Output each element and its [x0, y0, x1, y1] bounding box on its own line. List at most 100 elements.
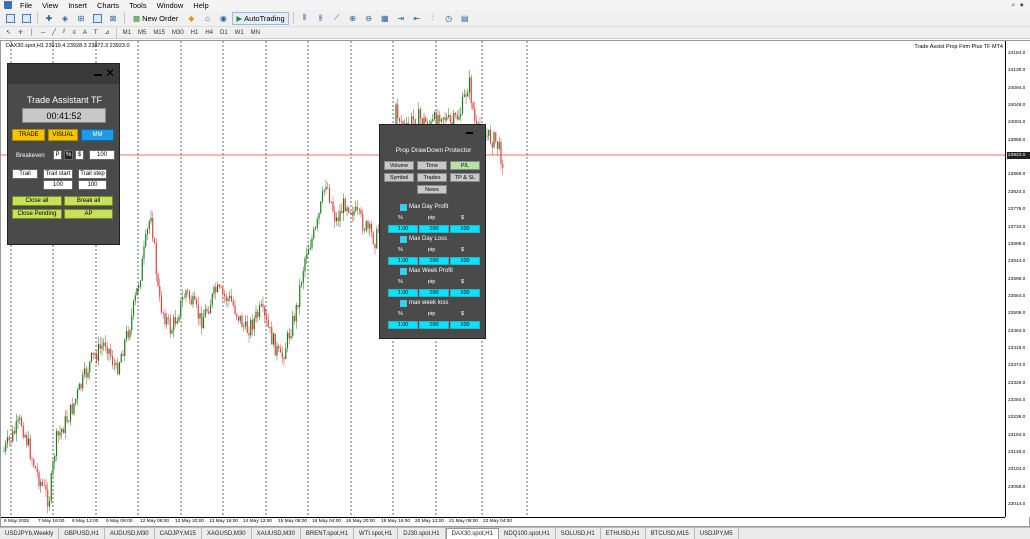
tf-m1[interactable]: M1 [120, 28, 134, 38]
menu-window[interactable]: Window [152, 1, 189, 10]
new-chart-icon[interactable] [3, 12, 17, 25]
tf-m5[interactable]: M5 [135, 28, 149, 38]
visual-tab-button[interactable]: VISUAL [48, 129, 78, 141]
trade-tab-button[interactable]: TRADE [12, 129, 45, 141]
menu-help[interactable]: Help [188, 1, 213, 10]
search-icon[interactable]: ⌕ [1011, 0, 1015, 10]
text-icon[interactable]: A [80, 28, 90, 38]
breakeven-pct-toggle[interactable]: % [64, 150, 73, 160]
section-3-usd-input[interactable]: 100 [450, 321, 480, 329]
section-0-usd-input[interactable]: 100 [450, 225, 480, 233]
section-2-usd-input[interactable]: 100 [450, 289, 480, 297]
trades-button[interactable]: Trades [417, 173, 447, 182]
new-order-button[interactable]: ▦ New Order [129, 12, 182, 25]
chart-window[interactable]: DAX30.spot,H1 23919.4 23928.3 23872.3 23… [0, 40, 1030, 527]
candlestick-icon[interactable]: ⫵ [314, 12, 328, 25]
pl-button[interactable]: P/L [450, 161, 480, 170]
chart-tab[interactable]: CADJPY,M15 [155, 528, 202, 539]
candlestick-chart[interactable] [1, 41, 1005, 517]
shapes-icon[interactable]: ⊿ [102, 28, 113, 38]
tf-d1[interactable]: D1 [217, 28, 231, 38]
periods-icon[interactable]: ◷ [442, 12, 456, 25]
zoom-in-icon[interactable]: ⊕ [346, 12, 360, 25]
chart-tab[interactable]: SOLUSD,H1 [556, 528, 601, 539]
section-1-pct-input[interactable]: 1.00 [388, 257, 418, 265]
trendline-icon[interactable]: ╱ [49, 28, 59, 38]
menu-view[interactable]: View [37, 1, 63, 10]
mm-tab-button[interactable]: MM [81, 129, 114, 141]
section-2-checkbox[interactable] [400, 268, 407, 275]
breakeven-input[interactable]: 100 [89, 150, 115, 160]
zoom-out-icon[interactable]: ⊖ [362, 12, 376, 25]
tf-m30[interactable]: M30 [169, 28, 187, 38]
chart-tab[interactable]: XAGUSD,M30 [202, 528, 252, 539]
chart-tab[interactable]: XAUUSD,M30 [252, 528, 301, 539]
trail-button[interactable]: Trail [12, 169, 38, 179]
menu-charts[interactable]: Charts [92, 1, 124, 10]
account-icon[interactable]: ● [1019, 0, 1024, 10]
section-3-checkbox[interactable] [400, 300, 407, 307]
trail-start-input[interactable]: 100 [43, 180, 73, 190]
chart-shift-icon[interactable]: ⇤ [410, 12, 424, 25]
news-button[interactable]: News [417, 185, 447, 194]
chart-tab[interactable]: DJ30.spot,H1 [398, 528, 446, 539]
close-icon[interactable]: ✕ [105, 67, 115, 79]
tf-w1[interactable]: W1 [232, 28, 247, 38]
crosshair-icon[interactable]: ✛ [15, 28, 26, 38]
minimize-icon[interactable] [94, 74, 102, 76]
signals-icon[interactable]: ⌂ [200, 12, 214, 25]
chart-tab[interactable]: USDJPYb,Weekly [0, 528, 60, 539]
terminal-icon[interactable] [90, 12, 104, 25]
chart-tab[interactable]: USDJPY,M5 [695, 528, 739, 539]
data-window-icon[interactable]: ◈ [58, 12, 72, 25]
market-watch-icon[interactable]: ✚ [42, 12, 56, 25]
symbol-button[interactable]: Symbol [384, 173, 414, 182]
menu-file[interactable]: File [15, 1, 37, 10]
trade-assistant-header[interactable]: ✕ [8, 64, 119, 84]
tf-h1[interactable]: H1 [188, 28, 202, 38]
section-2-pip-input[interactable]: 100 [419, 289, 449, 297]
volume-button[interactable]: Volume [384, 161, 414, 170]
bar-chart-icon[interactable]: ⫴ [298, 12, 312, 25]
break-all-button[interactable]: Break all [64, 196, 113, 206]
chart-tab[interactable]: BRENT.spot,H1 [301, 528, 354, 539]
auto-scroll-icon[interactable]: ⇥ [394, 12, 408, 25]
navigator-icon[interactable]: ⊞ [74, 12, 88, 25]
section-3-pct-input[interactable]: 1.00 [388, 321, 418, 329]
trail-step-input[interactable]: 100 [78, 180, 107, 190]
close-all-button[interactable]: Close all [12, 196, 62, 206]
chart-tab[interactable]: WTI.spot,H1 [354, 528, 399, 539]
chart-tab[interactable]: DAX30.spot,H1 [445, 528, 499, 539]
breakeven-usd-toggle[interactable]: $ [75, 150, 84, 160]
chart-tab[interactable]: AUDUSD,M30 [105, 528, 155, 539]
chart-tab[interactable]: ETHUSD,H1 [601, 528, 646, 539]
vps-icon[interactable]: ◉ [216, 12, 230, 25]
section-2-pct-input[interactable]: 1.00 [388, 289, 418, 297]
vertical-line-icon[interactable]: │ [27, 28, 37, 38]
chart-tab[interactable]: GBPUSD,H1 [59, 528, 105, 539]
channel-icon[interactable]: ⫽ [60, 28, 69, 38]
breakeven-p-toggle[interactable]: P [53, 150, 62, 160]
tf-mn[interactable]: MN [248, 28, 263, 38]
section-0-checkbox[interactable] [400, 204, 407, 211]
tile-windows-icon[interactable]: ▦ [378, 12, 392, 25]
section-1-checkbox[interactable] [400, 236, 407, 243]
profiles-icon[interactable] [19, 12, 33, 25]
section-3-pip-input[interactable]: 100 [419, 321, 449, 329]
menu-tools[interactable]: Tools [124, 1, 152, 10]
label-icon[interactable]: T [91, 28, 101, 38]
section-0-pct-input[interactable]: 1.00 [388, 225, 418, 233]
section-0-pip-input[interactable]: 100 [419, 225, 449, 233]
tf-m15[interactable]: M15 [150, 28, 168, 38]
chart-tab[interactable]: BTCUSD,M15 [646, 528, 695, 539]
indicators-icon[interactable]: ⫶ [426, 12, 440, 25]
cursor-icon[interactable]: ↖ [3, 28, 14, 38]
line-chart-icon[interactable]: ⟋ [330, 12, 344, 25]
templates-icon[interactable]: ▤ [458, 12, 472, 25]
autotrading-button[interactable]: ▶ AutoTrading [232, 11, 289, 25]
strategy-tester-icon[interactable]: ⊠ [106, 12, 120, 25]
horizontal-line-icon[interactable]: ─ [38, 28, 48, 38]
time-button[interactable]: Time [417, 161, 447, 170]
minimize-icon[interactable] [466, 132, 473, 134]
ap-button[interactable]: AP [64, 209, 113, 219]
